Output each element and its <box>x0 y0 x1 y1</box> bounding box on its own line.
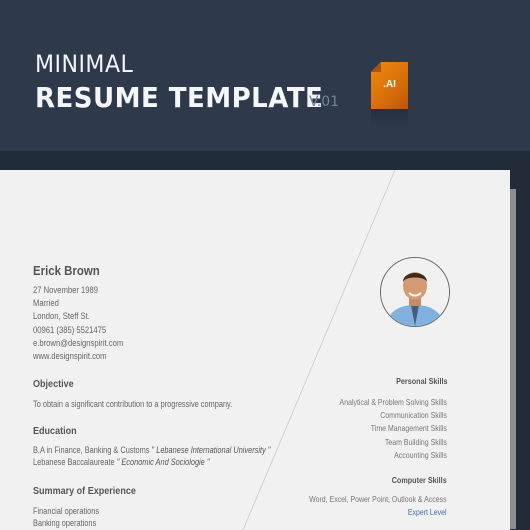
contact-info: 27 November 1989 Married London, Steff S… <box>33 284 123 363</box>
file-badge: .AI <box>383 79 396 90</box>
objective-title: Objective <box>33 378 74 390</box>
skill-item: Time Management Skills <box>370 423 447 434</box>
institution: " Lebanese International University " <box>151 445 271 455</box>
profile-photo <box>380 257 450 327</box>
experience-list: Financial operations Banking operations <box>33 505 99 529</box>
institution: " Economic And Sociologie " <box>116 457 210 468</box>
experience-title: Summary of Experience <box>33 485 136 497</box>
phone: 00961 (385) 5521475 <box>33 324 107 335</box>
skill-item: Team Building Skills <box>385 436 447 447</box>
skill-item: Accounting Skills <box>394 449 447 460</box>
skill-level: Expert Level <box>408 507 447 518</box>
experience-item: Banking operations <box>33 518 97 529</box>
email: e.brown@designspirit.com <box>33 337 124 348</box>
website: www.designspirit.com <box>33 351 107 362</box>
file-corner-fold <box>371 62 381 72</box>
objective-text: To obtain a significant contribution to … <box>33 399 233 409</box>
education-item: B.A in Finance, Banking & Customs " Leba… <box>33 445 271 455</box>
title-minimal: MINIMAL <box>35 50 134 78</box>
education-title: Education <box>33 425 77 437</box>
computer-skills-list: Word, Excel, Power Point, Outlook & Acce… <box>310 493 447 519</box>
title-resume-template: RESUME TEMPLATE <box>35 81 324 114</box>
computer-skill-item: Word, Excel, Power Point, Outlook & Acce… <box>309 494 447 504</box>
experience-item: Financial operations <box>33 506 100 516</box>
version-label: V.01 <box>309 94 340 110</box>
skill-item: Communication Skills <box>380 410 447 421</box>
marital-status: Married <box>33 298 59 309</box>
personal-skills-title: Personal Skills <box>395 376 447 386</box>
person-photo-icon <box>381 258 449 326</box>
header-banner: MINIMAL RESUME TEMPLATE V.01 .AI <box>0 0 530 151</box>
education-list: B.A in Finance, Banking & Customs " Leba… <box>33 444 270 468</box>
birth-date: 27 November 1989 <box>33 285 99 295</box>
personal-skills-list: Analytical & Problem Solving Skills Comm… <box>340 396 447 462</box>
skill-item: Analytical & Problem Solving Skills <box>339 397 447 407</box>
computer-skills-title: Computer Skills <box>391 475 447 485</box>
candidate-name: Erick Brown <box>33 263 100 278</box>
education-item: Lebanese Baccalaureate " Economic And So… <box>33 457 210 468</box>
file-icon-reflection <box>371 109 408 127</box>
address: London, Steff St. <box>33 311 90 322</box>
resume-sheet: Erick Brown 27 November 1989 Married Lon… <box>0 170 510 530</box>
